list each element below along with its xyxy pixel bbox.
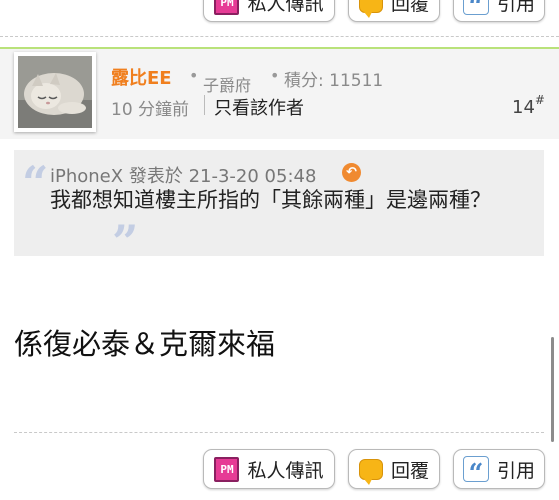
- pm-icon: PM: [214, 0, 240, 15]
- back-arrow-icon[interactable]: ↶: [342, 163, 361, 182]
- post-header-accent-line: [0, 47, 559, 49]
- reply-button-top[interactable]: 回覆: [348, 0, 440, 22]
- scrollbar[interactable]: [551, 337, 554, 442]
- pm-button-label: 私人傳訊: [247, 0, 324, 15]
- reply-button[interactable]: 回覆: [348, 449, 440, 489]
- quote-button-label: 引用: [496, 459, 535, 482]
- meta-divider: [204, 95, 205, 115]
- close-quote-icon: ”: [112, 215, 139, 269]
- avatar-cat-image: [18, 56, 92, 128]
- open-quote-icon: “: [22, 156, 49, 210]
- pm-button-label: 私人傳訊: [247, 459, 324, 482]
- pm-button-top[interactable]: PM 私人傳訊: [203, 0, 335, 22]
- avatar[interactable]: [14, 52, 96, 132]
- divider: [0, 36, 559, 37]
- divider: [14, 432, 544, 433]
- quote-button-top[interactable]: “ 引用: [453, 0, 545, 22]
- reply-button-label: 回覆: [390, 459, 429, 482]
- quote-button[interactable]: “ 引用: [453, 449, 545, 489]
- quote-author: iPhoneX: [50, 166, 124, 187]
- quote-icon: “: [462, 0, 489, 15]
- quote-posted-label: 發表於: [128, 166, 183, 187]
- user-points: 積分: 11511: [284, 71, 384, 91]
- username[interactable]: 露比EE: [111, 64, 172, 90]
- user-rank: 子爵府: [203, 76, 252, 95]
- quote-icon: “: [462, 456, 489, 482]
- separator-dot: •: [270, 66, 280, 85]
- floor-number[interactable]: 14#: [512, 93, 545, 118]
- post-body: 係復必泰＆克爾來福: [14, 327, 276, 361]
- reply-bubble-icon: [358, 0, 383, 18]
- reply-button-label: 回覆: [390, 0, 429, 15]
- pm-button[interactable]: PM 私人傳訊: [203, 449, 335, 489]
- author-only-link[interactable]: 只看該作者: [214, 94, 304, 120]
- reply-bubble-icon: [358, 458, 383, 485]
- quote-meta: iPhoneX 發表於 21-3-20 05:48: [50, 162, 316, 188]
- separator-dot: •: [189, 66, 199, 85]
- pm-icon: PM: [214, 456, 240, 482]
- post-time: 10 分鐘前: [111, 100, 190, 120]
- quote-datetime: 21-3-20 05:48: [188, 166, 317, 187]
- quote-button-label: 引用: [496, 0, 535, 15]
- quote-text: 我都想知道樓主所指的「其餘兩種」是邊兩種？: [50, 188, 491, 212]
